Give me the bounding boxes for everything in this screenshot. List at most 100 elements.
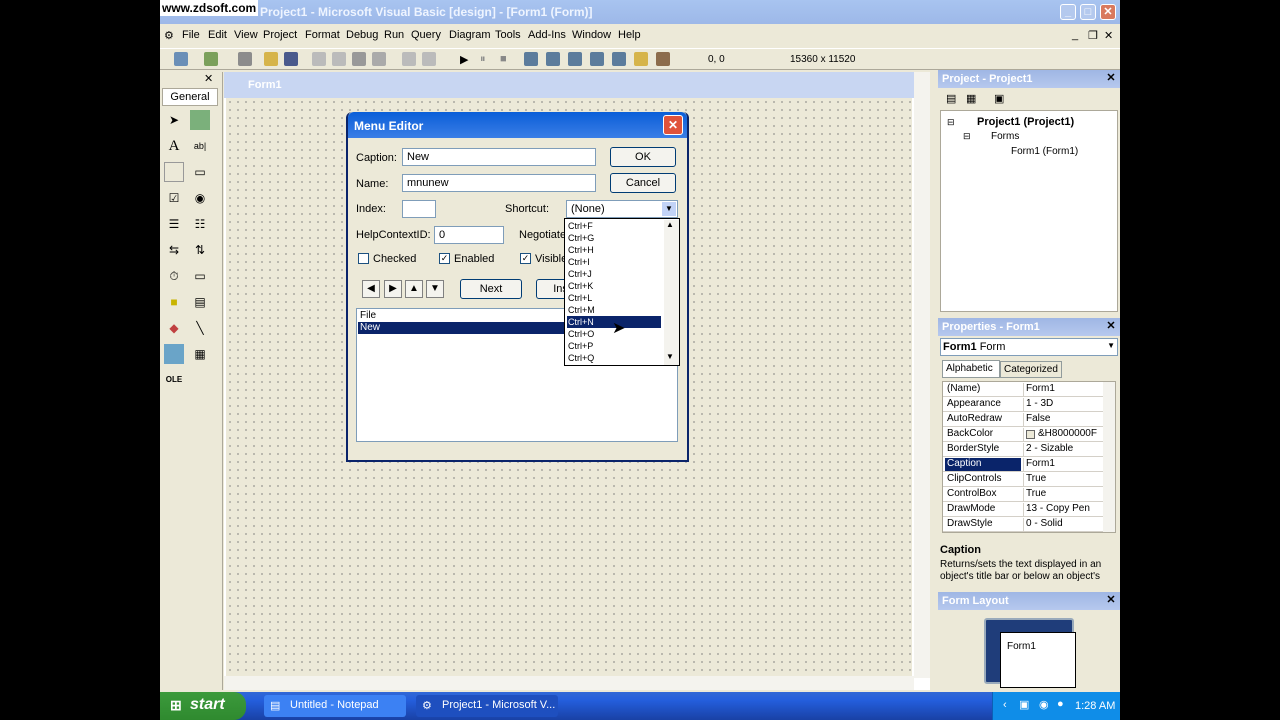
mdi-restore-icon[interactable]: ❐ <box>1088 29 1098 42</box>
security-icon[interactable]: ● <box>1057 698 1064 710</box>
task-notepad[interactable]: ▤ Untitled - Notepad <box>264 695 406 717</box>
index-field[interactable] <box>402 200 436 218</box>
tray-arrow-icon[interactable]: ‹ <box>1003 699 1007 711</box>
menu-window[interactable]: Window <box>572 29 611 41</box>
caption-field[interactable]: New <box>402 148 596 166</box>
dropdown-option[interactable]: Ctrl+M <box>567 304 661 316</box>
drivelistbox-tool-icon[interactable]: ▭ <box>190 266 210 286</box>
tree-collapse-icon[interactable]: ⊟ <box>947 117 955 128</box>
form-preview[interactable]: Form1 <box>1000 632 1076 688</box>
menu-tools[interactable]: Tools <box>495 29 521 41</box>
dropdown-scrollbar[interactable]: ▲ ▼ <box>664 220 679 365</box>
tree-project-root[interactable]: Project1 (Project1) <box>977 116 1074 128</box>
visible-checkbox[interactable]: ✓ <box>520 253 531 264</box>
dialog-titlebar[interactable]: Menu Editor ✕ <box>348 112 687 138</box>
add-project-icon[interactable] <box>174 52 188 66</box>
designer-vscrollbar[interactable] <box>914 72 930 678</box>
checked-checkbox[interactable] <box>358 253 369 264</box>
menu-format[interactable]: Format <box>305 29 340 41</box>
start-button[interactable]: ⊞ start <box>160 692 246 720</box>
menu-file[interactable]: File <box>182 29 200 41</box>
add-form-icon[interactable] <box>204 52 218 66</box>
undo-icon[interactable] <box>402 52 416 66</box>
shape-tool-icon[interactable]: ◆ <box>164 318 184 338</box>
cut-icon[interactable] <box>312 52 326 66</box>
dialog-close-icon[interactable]: ✕ <box>663 115 683 135</box>
minimize-button[interactable]: _ <box>1060 4 1076 20</box>
property-row[interactable]: Appearance 1 - 3D <box>943 397 1103 412</box>
dropdown-option[interactable]: Ctrl+G <box>567 232 661 244</box>
dirlistbox-tool-icon[interactable]: ■ <box>164 292 184 312</box>
menu-run[interactable]: Run <box>384 29 404 41</box>
dropdown-option[interactable]: Ctrl+P <box>567 340 661 352</box>
menu-edit[interactable]: Edit <box>208 29 227 41</box>
frame-tool-icon[interactable] <box>164 162 184 182</box>
form-titlebar[interactable]: Form1 <box>224 72 914 98</box>
combobox-tool-icon[interactable]: ☰ <box>164 214 184 234</box>
chevron-down-icon[interactable]: ▼ <box>1107 341 1115 350</box>
vb-app-icon[interactable]: ⚙ <box>164 29 174 42</box>
layout-close-icon[interactable]: ✕ <box>1104 594 1118 608</box>
property-value[interactable]: True <box>1023 488 1101 501</box>
properties-close-icon[interactable]: ✕ <box>1104 320 1118 334</box>
ok-button[interactable]: OK <box>610 147 676 167</box>
arrow-down-button[interactable]: ▼ <box>426 280 444 298</box>
label-tool-icon[interactable]: A <box>164 136 184 156</box>
object-select[interactable]: Form1 Form ▼ <box>940 338 1118 356</box>
property-value[interactable]: False <box>1023 413 1101 426</box>
property-value[interactable]: Form1 <box>1023 458 1101 471</box>
arrow-right-button[interactable]: ▶ <box>384 280 402 298</box>
menu-diagram[interactable]: Diagram <box>449 29 491 41</box>
enabled-checkbox[interactable]: ✓ <box>439 253 450 264</box>
network-icon[interactable]: ▣ <box>1019 698 1029 711</box>
property-row[interactable]: DrawMode 13 - Copy Pen <box>943 502 1103 517</box>
shortcut-select[interactable]: (None) ▼ <box>566 200 678 218</box>
picturebox-tool-icon[interactable] <box>190 110 210 130</box>
menu-editor-icon[interactable] <box>238 52 252 66</box>
window-titlebar[interactable]: Project1 - Microsoft Visual Basic [desig… <box>160 0 1120 24</box>
dropdown-option[interactable]: Ctrl+J <box>567 268 661 280</box>
property-row-selected[interactable]: Caption Form1 <box>943 457 1103 472</box>
dropdown-option[interactable]: Ctrl+Q <box>567 352 661 364</box>
toggle-folders-icon[interactable]: ▣ <box>994 92 1004 105</box>
property-row[interactable]: AutoRedraw False <box>943 412 1103 427</box>
menu-query[interactable]: Query <box>411 29 441 41</box>
data-tool-icon[interactable]: ▦ <box>190 344 210 364</box>
paste-icon[interactable] <box>352 52 366 66</box>
object-browser-icon[interactable] <box>590 52 604 66</box>
redo-icon[interactable] <box>422 52 436 66</box>
property-row[interactable]: ControlBox True <box>943 487 1103 502</box>
property-value[interactable]: Form1 <box>1023 383 1101 396</box>
mdi-minimize-icon[interactable]: _ <box>1072 29 1078 41</box>
mdi-close-icon[interactable]: ✕ <box>1104 29 1113 42</box>
next-button[interactable]: Next <box>460 279 522 299</box>
toolbox-icon[interactable] <box>612 52 626 66</box>
end-icon[interactable]: ■ <box>500 53 507 65</box>
clock[interactable]: 1:28 AM <box>1075 700 1115 712</box>
scroll-up-icon[interactable]: ▲ <box>666 220 674 229</box>
view-code-icon[interactable]: ▤ <box>946 92 956 105</box>
property-value[interactable]: 0 - Solid <box>1023 518 1101 531</box>
tab-categorized[interactable]: Categorized <box>1000 361 1062 378</box>
listbox-tool-icon[interactable]: ☷ <box>190 214 210 234</box>
checkbox-tool-icon[interactable]: ☑ <box>164 188 184 208</box>
toolbox-close-icon[interactable]: ✕ <box>204 72 213 85</box>
timer-tool-icon[interactable]: ⏱ <box>164 266 184 286</box>
property-row[interactable]: DrawStyle 0 - Solid <box>943 517 1103 532</box>
menu-project[interactable]: Project <box>263 29 297 41</box>
commandbutton-tool-icon[interactable]: ▭ <box>190 162 210 182</box>
property-row[interactable]: BorderStyle 2 - Sizable <box>943 442 1103 457</box>
data-view-icon[interactable] <box>634 52 648 66</box>
menu-view[interactable]: View <box>234 29 258 41</box>
ole-tool-icon[interactable]: OLE <box>164 370 184 390</box>
menu-help[interactable]: Help <box>618 29 641 41</box>
properties-window-icon[interactable] <box>546 52 560 66</box>
optionbutton-tool-icon[interactable]: ◉ <box>190 188 210 208</box>
tree-collapse-icon[interactable]: ⊟ <box>963 131 971 142</box>
maximize-button[interactable]: □ <box>1080 4 1096 20</box>
name-field[interactable]: mnunew <box>402 174 596 192</box>
start-icon[interactable]: ▶ <box>460 53 468 66</box>
save-project-icon[interactable] <box>284 52 298 66</box>
project-close-icon[interactable]: ✕ <box>1104 72 1118 86</box>
chevron-down-icon[interactable]: ▼ <box>662 202 676 216</box>
